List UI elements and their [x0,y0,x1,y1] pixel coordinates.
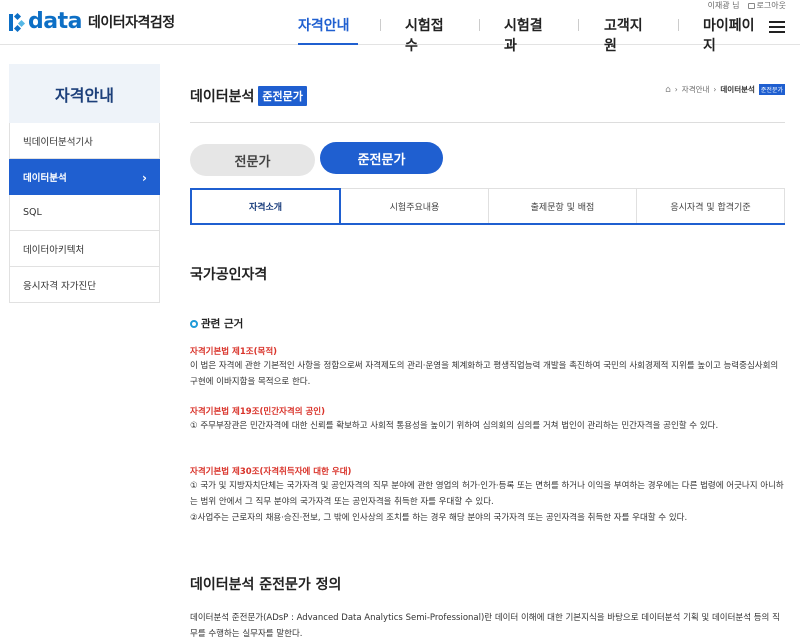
breadcrumb-item[interactable]: 자격안내 [682,84,710,95]
nav-divider [479,19,480,31]
bullet-ring-icon [190,319,198,328]
law-block: 자격기본법 제30조(자격취득자에 대한 우대) ① 국가 및 지방자치단체는 … [190,466,785,526]
nav-item-registration[interactable]: 시험접수 [405,15,455,54]
user-name: 이재광 님 [707,1,740,10]
nav-item-results[interactable]: 시험결과 [504,15,554,54]
nav-item-support[interactable]: 고객지원 [604,15,654,54]
sidebar: 자격안내 빅데이터분석기사 데이터분석 › SQL 데이터아키텍처 응시자격 자가… [9,64,160,303]
nav-divider [578,19,579,31]
nav-divider [380,19,381,31]
sidebar-item-sql[interactable]: SQL [9,195,160,231]
chevron-right-icon: › [142,171,147,185]
breadcrumb-badge: 준전문가 [758,84,785,95]
home-icon[interactable]: ⌂ [665,85,671,95]
level-pill-professional[interactable]: 전문가 [190,144,315,176]
law-body: ① 국가 및 지방자치단체는 국가자격 및 공인자격의 직무 분야에 관한 영업… [190,481,784,507]
law-block: 자격기본법 제1조(목적) 이 법은 자격에 관한 기본적인 사항을 정함으로써… [190,346,785,390]
law-title: 자격기본법 제30조(자격취득자에 대한 우대) [190,467,352,477]
law-title: 자격기본법 제19조(민간자격의 공인) [190,407,325,417]
page-title: 데이터분석 준전문가 [190,86,307,106]
main-nav: 자격안내 시험접수 시험결과 고객지원 마이페이지 [298,15,767,54]
breadcrumb-item[interactable]: 데이터분석 [720,84,755,95]
nav-item-mypage[interactable]: 마이페이지 [703,15,767,54]
logo-wordmark: data [28,9,82,34]
law-body: 이 법은 자격에 관한 기본적인 사항을 정함으로써 자격제도의 관리·운영을 … [190,361,779,387]
sidebar-item-data-analysis[interactable]: 데이터분석 › [9,159,160,195]
subsection-title: 관련 근거 [190,316,243,331]
sidebar-item-self-check[interactable]: 응시자격 자가진단 [9,267,160,303]
tab-eligibility[interactable]: 응시자격 및 합격기준 [637,188,785,223]
nav-item-qualification[interactable]: 자격안내 [298,15,358,45]
sidebar-title: 자격안내 [9,64,160,123]
top-header: 이재광 님 로그아웃 data 데이터자격검정 자격안내 시험접수 시험결과 고… [0,0,800,54]
nav-divider [678,19,679,31]
tab-questions-points[interactable]: 출제문항 및 배점 [489,188,637,223]
breadcrumb: ⌂ › 자격안내 › 데이터분석 준전문가 [665,84,785,95]
site-logo[interactable]: data 데이터자격검정 [8,9,175,34]
definition-text: 데이터분석 준전문가(ADsP : Advanced Data Analytic… [190,613,780,639]
logo-subtitle: 데이터자격검정 [87,14,175,31]
lock-icon [747,3,755,9]
law-body: ②사업주는 근로자의 채용·승진·전보, 그 밖에 인사상의 조치를 하는 경우… [190,513,688,523]
law-body: ① 주무부장관은 민간자격에 대한 신뢰를 확보하고 사회적 통용성을 높이기 … [190,421,719,431]
law-title: 자격기본법 제1조(목적) [190,347,278,357]
tab-exam-content[interactable]: 시험주요내용 [341,188,489,223]
level-badge: 준전문가 [258,86,307,106]
law-block: 자격기본법 제19조(민간자격의 공인) ① 주무부장관은 민간자격에 대한 신… [190,406,785,434]
content-tabs: 자격소개 시험주요내용 출제문항 및 배점 응시자격 및 합격기준 [190,188,785,225]
k-logo-icon [8,11,26,33]
utility-links: 이재광 님 로그아웃 [708,0,786,11]
tab-intro[interactable]: 자격소개 [190,188,341,223]
sidebar-item-data-architecture[interactable]: 데이터아키텍처 [9,231,160,267]
section-title: 데이터분석 준전문가 정의 [190,577,342,593]
section-title: 국가공인자격 [190,267,268,283]
logout-link[interactable]: 로그아웃 [747,0,786,11]
level-pill-semi-professional[interactable]: 준전문가 [320,142,443,174]
divider [190,122,785,123]
hamburger-menu-icon[interactable] [769,21,785,33]
sidebar-item-bigdata[interactable]: 빅데이터분석기사 [9,123,160,159]
